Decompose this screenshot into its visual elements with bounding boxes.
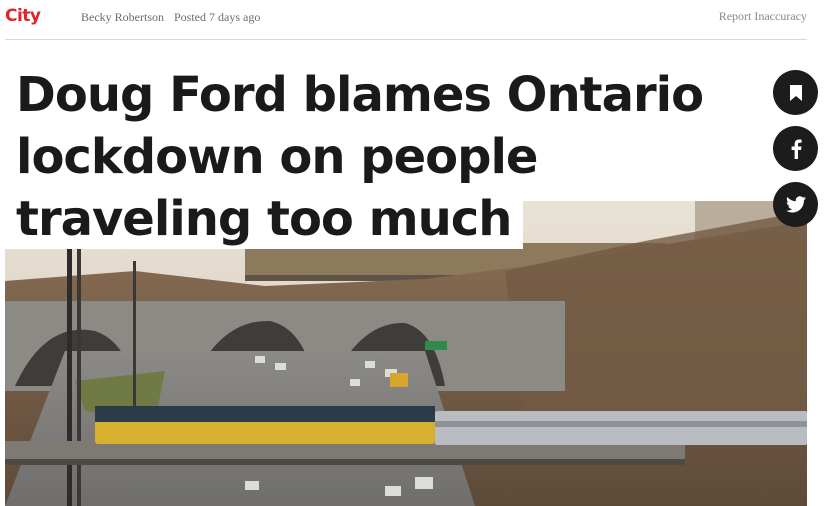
bookmark-icon xyxy=(789,84,802,101)
posted-time: Posted 7 days ago xyxy=(174,10,261,24)
city-logo[interactable]: City xyxy=(5,6,41,26)
facebook-share-button[interactable] xyxy=(773,126,818,171)
report-inaccuracy-link[interactable]: Report Inaccuracy xyxy=(719,9,807,24)
bookmark-button[interactable] xyxy=(773,70,818,115)
top-bar: City Becky Robertson Posted 7 days ago R… xyxy=(0,0,827,40)
author-name[interactable]: Becky Robertson xyxy=(81,10,164,25)
twitter-share-button[interactable] xyxy=(773,182,818,227)
twitter-icon xyxy=(785,196,806,213)
header-divider xyxy=(5,39,807,40)
facebook-icon xyxy=(791,139,802,159)
article-headline: Doug Ford blames Ontario lockdown on peo… xyxy=(5,64,756,250)
